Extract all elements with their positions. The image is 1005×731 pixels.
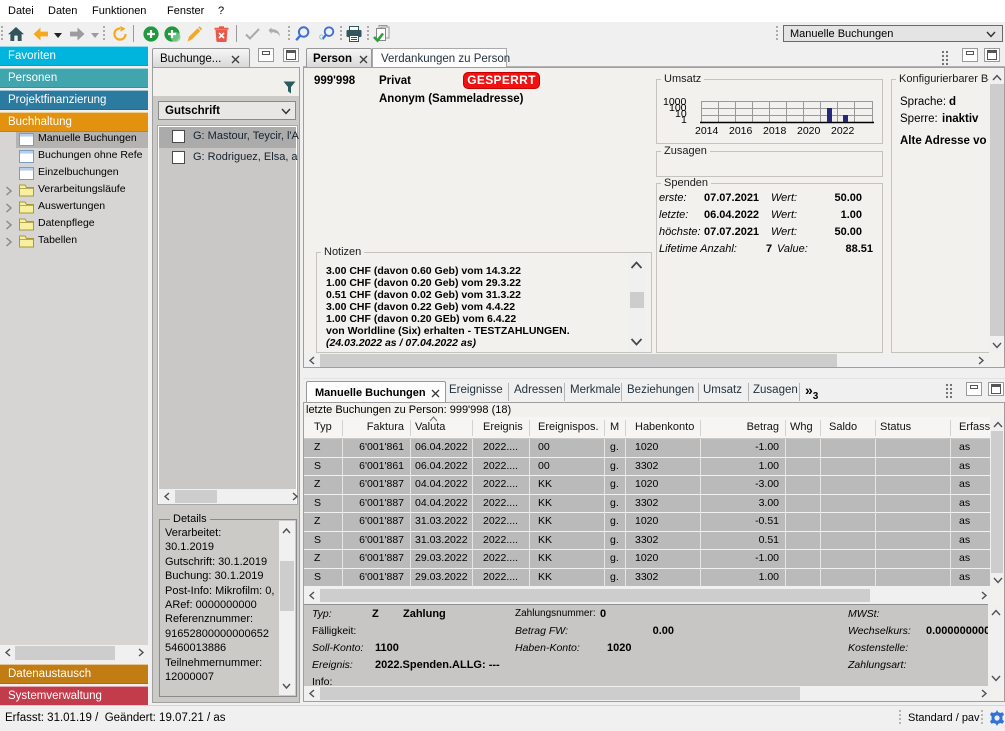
svg-text:2018: 2018	[763, 125, 787, 137]
svg-text:1: 1	[681, 114, 687, 126]
svg-text:c: c	[319, 32, 324, 42]
svg-text:2020: 2020	[797, 125, 821, 137]
svg-text:2016: 2016	[729, 125, 753, 137]
svg-text:2014: 2014	[695, 125, 719, 137]
svg-text:2022: 2022	[831, 125, 855, 137]
